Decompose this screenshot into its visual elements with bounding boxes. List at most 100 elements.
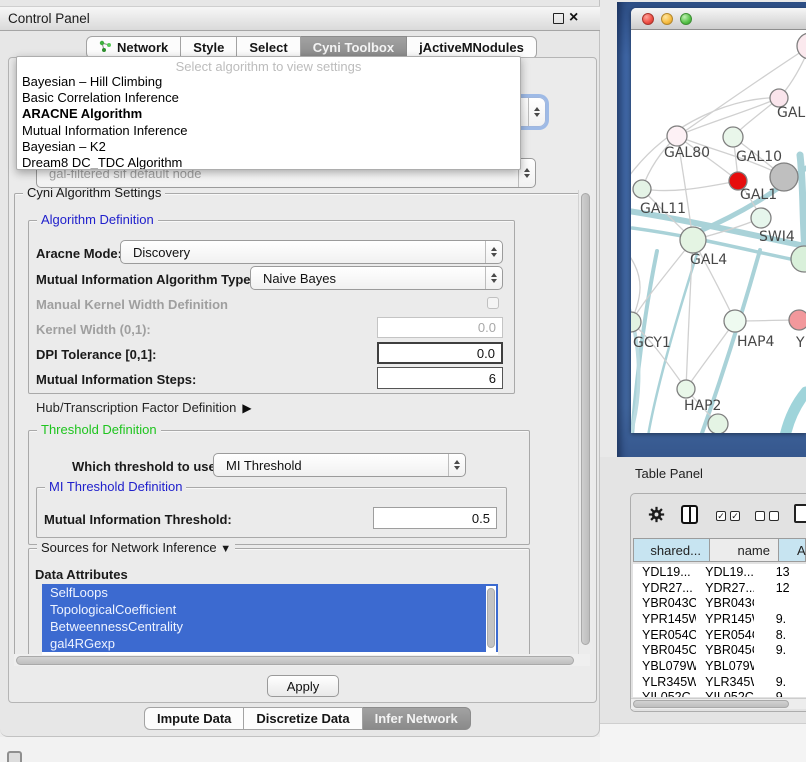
table-cell[interactable]: YDL19... [696,565,754,579]
table-cell[interactable]: YIL052C [696,690,754,697]
table-row[interactable]: YPR145WYPR145W9. [633,611,806,627]
table-cell[interactable]: YDL19... [633,565,696,579]
table-cell[interactable]: YPR145W [696,612,754,626]
table-cell[interactable]: 9 [754,690,806,697]
scrollbar-thumb[interactable] [581,193,590,645]
table-row[interactable]: YBR045CYBR045C9. [633,642,806,658]
scrollbar-thumb[interactable] [487,588,495,648]
tab-impute-data[interactable]: Impute Data [144,707,244,730]
table-cell[interactable]: 8. [754,628,806,642]
network-canvas[interactable]: GALGAL80GAL10GAL1GAL11SWI4GAL4GCY1HAP4YH… [631,30,806,433]
algorithm-option[interactable]: Dream8 DC_TDC Algorithm [17,155,520,170]
tab-infer-network[interactable]: Infer Network [363,707,471,730]
table-cell[interactable]: YER054C [696,628,754,642]
mi-steps-label: Mutual Information Steps: [36,372,196,387]
table-row[interactable]: YBL079WYBL079W [633,658,806,674]
table-cell[interactable]: 9. [754,643,806,657]
table-row[interactable]: YDR27...YDR27...12 [633,580,806,596]
algorithm-placeholder: Select algorithm to view settings [17,58,520,74]
network-node[interactable] [708,414,728,433]
table-row[interactable]: YLR345WYLR345W9. [633,674,806,690]
network-node-hap4[interactable] [724,310,746,332]
attributes-scrollbar[interactable] [486,586,496,652]
aracne-mode-combobox[interactable]: Discovery [120,240,503,264]
table-row[interactable]: YER054CYER054C8. [633,627,806,643]
checked-columns-icon[interactable]: ✓✓ [716,511,740,521]
group-title[interactable]: Sources for Network Inference ▼ [37,540,235,555]
tab-discretize-data[interactable]: Discretize Data [244,707,362,730]
scrollbar-thumb[interactable] [633,700,789,708]
network-node-y[interactable] [789,310,806,330]
table-row[interactable]: YBR043CYBR043C [633,595,806,611]
manual-kernel-checkbox[interactable] [487,297,499,309]
dpi-tolerance-field[interactable]: 0.0 [377,342,503,364]
node-label: GAL4 [690,252,727,268]
column-header-shared[interactable]: shared... [634,539,710,561]
mi-steps-field[interactable]: 6 [377,367,503,389]
algorithm-option[interactable]: ARACNE Algorithm [17,106,520,122]
gear-icon[interactable] [648,506,665,528]
apply-button[interactable]: Apply [267,675,339,697]
which-threshold-combobox[interactable]: MI Threshold [213,453,466,477]
unchecked-columns-icon[interactable] [755,511,779,521]
column-header-name[interactable]: name [710,539,779,561]
algorithm-option[interactable]: Mutual Information Inference [17,123,520,139]
mi-threshold-field[interactable]: 0.5 [373,507,497,529]
network-node[interactable] [797,33,806,59]
table-cell[interactable]: 9. [754,675,806,689]
algorithm-option[interactable]: Basic Correlation Inference [17,90,520,106]
table-horizontal-scrollbar[interactable] [631,698,806,709]
aracne-mode-value: Discovery [133,245,190,260]
network-node[interactable] [791,246,806,272]
docked-panel-icon[interactable] [7,751,22,762]
network-node-gal10[interactable] [723,127,743,147]
table-cell[interactable]: 13 [754,565,806,579]
table-cell[interactable]: YBR045C [696,643,754,657]
kernel-width-field[interactable]: 0.0 [377,317,503,338]
data-attribute-item[interactable]: gal4RGexp [42,635,498,652]
table-row[interactable]: YIL052CYIL052C9 [633,690,806,698]
table-cell[interactable]: YBR045C [633,643,696,657]
table-cell[interactable]: YLR345W [633,675,696,689]
table-cell[interactable]: YDR27... [633,581,696,595]
column-header-clipped[interactable]: A [779,539,806,561]
algorithm-option[interactable]: Bayesian – Hill Climbing [17,74,520,90]
network-node-gal11[interactable] [633,180,651,198]
network-node-swi4[interactable] [751,208,771,228]
table-cell[interactable]: YBL079W [696,659,754,673]
network-node-gal4[interactable] [680,227,706,253]
data-attribute-item[interactable]: SelfLoops [42,584,498,601]
split-columns-icon[interactable] [681,505,698,524]
data-attribute-item[interactable]: BetweennessCentrality [42,618,498,635]
close-traffic-light-icon[interactable] [642,13,654,25]
table-cell[interactable]: YLR345W [696,675,754,689]
float-window-icon[interactable] [553,13,564,24]
table-cell[interactable]: YPR145W [633,612,696,626]
close-icon[interactable]: × [569,8,578,28]
table-row[interactable]: YDL19...YDL19...13 [633,564,806,580]
node-label: Y [795,335,805,351]
scrollbar-thumb[interactable] [16,656,574,665]
table-cell[interactable]: YDR27... [696,581,754,595]
table-cell[interactable]: 9. [754,612,806,626]
data-attributes-list[interactable]: SelfLoopsTopologicalCoefficientBetweenne… [42,584,498,655]
table-cell[interactable]: YBR043C [633,596,696,610]
table-cell[interactable]: YBR043C [696,596,754,610]
hub-section-toggle[interactable]: Hub/Transcription Factor Definition▶ [36,400,252,415]
network-node-gal80[interactable] [667,126,687,146]
data-attribute-item[interactable]: TopologicalCoefficient [42,601,498,618]
table-cell[interactable]: YER054C [633,628,696,642]
table-cell[interactable]: 12 [754,581,806,595]
zoom-traffic-light-icon[interactable] [680,13,692,25]
table-file-icon[interactable] [794,504,806,523]
table-cell[interactable]: YBL079W [633,659,696,673]
network-node-hap2[interactable] [677,380,695,398]
table-cell[interactable]: YIL052C [633,690,696,697]
table-body[interactable]: YDL19...YDL19...13YDR27...YDR27...12YBR0… [633,564,806,697]
algorithm-option[interactable]: Bayesian – K2 [17,139,520,155]
mi-algorithm-type-combobox[interactable]: Naive Bayes [250,266,503,290]
settings-vertical-scrollbar[interactable] [578,190,592,654]
hub-section-label: Hub/Transcription Factor Definition [36,400,236,415]
settings-horizontal-scrollbar[interactable] [14,654,590,666]
minimize-traffic-light-icon[interactable] [661,13,673,25]
